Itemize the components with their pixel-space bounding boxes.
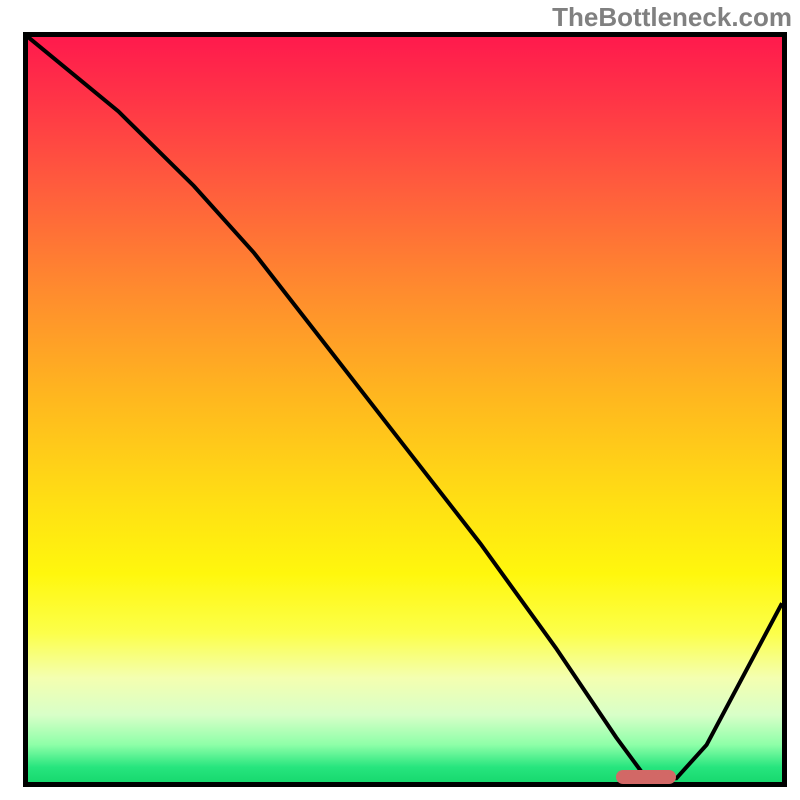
optimal-range-marker	[616, 770, 676, 784]
plot-area	[23, 32, 787, 787]
curve-svg	[28, 37, 782, 782]
bottleneck-curve-path	[28, 37, 782, 778]
chart-container: TheBottleneck.com	[0, 0, 800, 800]
watermark-text: TheBottleneck.com	[552, 2, 792, 33]
